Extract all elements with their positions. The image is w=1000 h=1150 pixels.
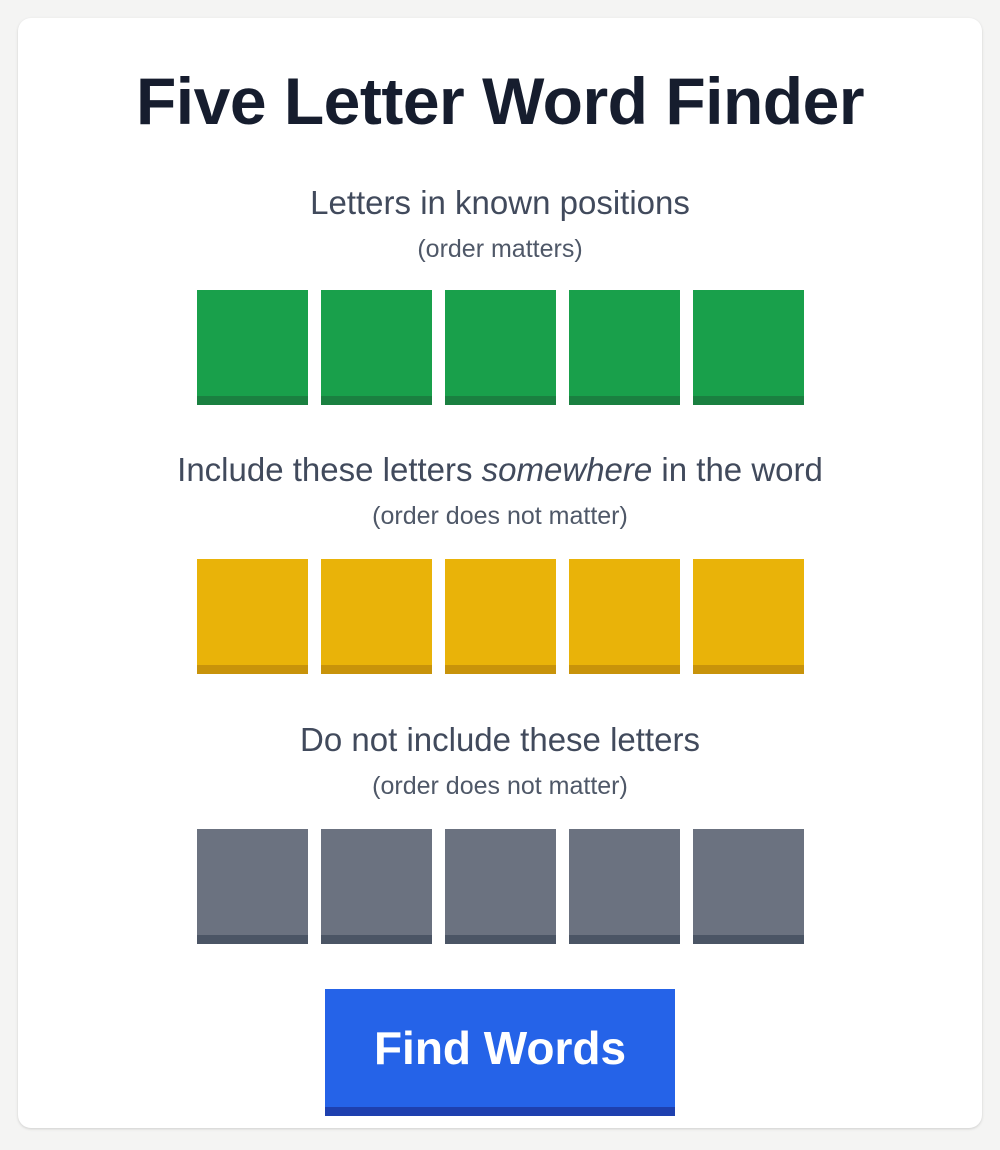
section-include-letters-heading-text-after: in the word bbox=[652, 451, 823, 489]
known-positions-tile-row bbox=[18, 290, 982, 406]
section-include-letters-heading-emphasis: somewhere bbox=[481, 451, 653, 489]
section-include-letters-heading-text-before: Include these letters bbox=[177, 451, 482, 489]
known-position-input-4[interactable] bbox=[568, 290, 680, 406]
include-letters-tile-row bbox=[18, 558, 982, 674]
word-finder-card: Five Letter Word Finder Letters in known… bbox=[18, 18, 982, 1128]
exclude-letter-input-1[interactable] bbox=[196, 828, 308, 944]
include-letter-input-5[interactable] bbox=[692, 558, 804, 674]
section-exclude-letters: Do not include these letters (order does… bbox=[18, 720, 982, 944]
actions-row: Find Words bbox=[18, 988, 982, 1116]
section-known-positions-heading-text: Letters in known positions bbox=[310, 184, 690, 222]
known-position-input-1[interactable] bbox=[196, 290, 308, 406]
exclude-letter-input-5[interactable] bbox=[692, 828, 804, 944]
section-exclude-letters-heading-text: Do not include these letters bbox=[300, 720, 700, 758]
section-include-letters: Include these letters somewhere in the w… bbox=[18, 451, 982, 674]
section-known-positions-heading: Letters in known positions bbox=[18, 185, 982, 221]
known-position-input-5[interactable] bbox=[692, 290, 804, 406]
section-exclude-letters-heading: Do not include these letters bbox=[18, 720, 982, 758]
exclude-letter-input-4[interactable] bbox=[568, 828, 680, 944]
exclude-letters-tile-row bbox=[18, 828, 982, 944]
exclude-letter-input-2[interactable] bbox=[320, 828, 432, 944]
include-letter-input-4[interactable] bbox=[568, 558, 680, 674]
include-letter-input-1[interactable] bbox=[196, 558, 308, 674]
include-letter-input-2[interactable] bbox=[320, 558, 432, 674]
include-letter-input-3[interactable] bbox=[444, 558, 556, 674]
known-position-input-3[interactable] bbox=[444, 290, 556, 406]
known-position-input-2[interactable] bbox=[320, 290, 432, 406]
section-known-positions-subtitle: (order matters) bbox=[417, 234, 583, 263]
section-exclude-letters-subtitle: (order does not matter) bbox=[372, 772, 628, 801]
section-include-letters-heading: Include these letters somewhere in the w… bbox=[18, 451, 982, 489]
page-title: Five Letter Word Finder bbox=[135, 64, 865, 138]
section-known-positions: Letters in known positions (order matter… bbox=[18, 185, 982, 406]
exclude-letter-input-3[interactable] bbox=[444, 828, 556, 944]
find-words-button[interactable]: Find Words bbox=[325, 988, 675, 1116]
section-include-letters-subtitle: (order does not matter) bbox=[372, 502, 628, 531]
